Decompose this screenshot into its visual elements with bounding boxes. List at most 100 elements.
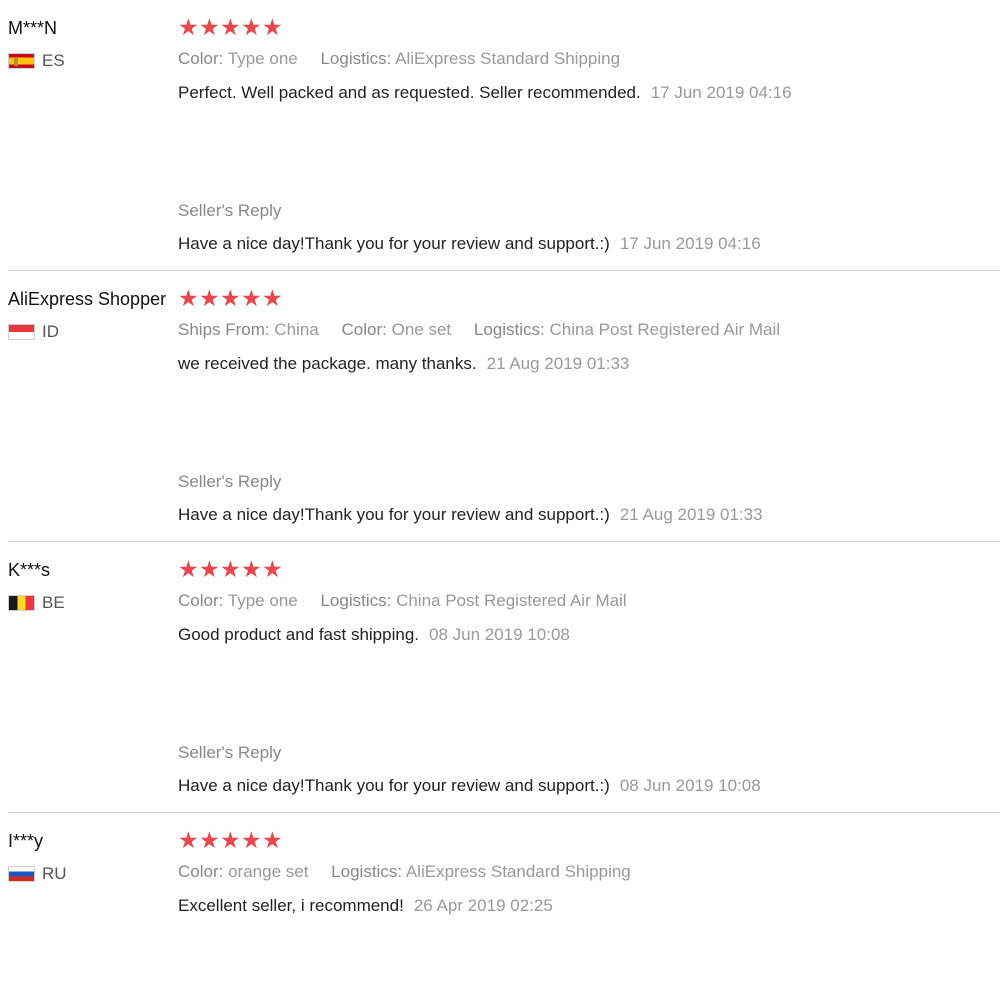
order-info-value: orange set <box>228 862 309 881</box>
seller-reply-date: 17 Jun 2019 04:16 <box>619 234 761 253</box>
seller-reply: Have a nice day!Thank you for your revie… <box>178 233 761 255</box>
star-rating: ★ ★ ★ ★ ★ <box>178 557 990 583</box>
review-text-line: Excellent seller, i recommend! 26 Apr 201… <box>178 895 990 917</box>
order-info-value: China Post Registered Air Mail <box>396 591 627 610</box>
order-info-key: Color: <box>178 862 224 881</box>
star-icon: ★ <box>199 828 220 854</box>
star-icon: ★ <box>178 286 199 312</box>
star-icon: ★ <box>220 828 241 854</box>
reviewer-info: AliExpress Shopper ID <box>8 288 173 342</box>
order-info-key: Color: <box>341 320 387 339</box>
star-rating: ★ ★ ★ ★ ★ <box>178 15 990 41</box>
order-info-item: Logistics: China Post Registered Air Mai… <box>320 591 626 610</box>
indonesia-flag-icon <box>8 324 35 340</box>
review-date: 17 Jun 2019 04:16 <box>650 83 792 102</box>
star-icon: ★ <box>199 286 220 312</box>
review-body: ★ ★ ★ ★ ★ Ships From: China Color: One s… <box>178 286 990 525</box>
seller-reply-date: 08 Jun 2019 10:08 <box>619 776 761 795</box>
star-icon: ★ <box>241 557 262 583</box>
reviewer-country: BE <box>8 593 173 613</box>
country-code: RU <box>42 864 67 883</box>
order-info-value: Type one <box>227 591 298 610</box>
star-icon: ★ <box>262 286 283 312</box>
review-text: Perfect. Well packed and as requested. S… <box>178 83 641 102</box>
review-text: we received the package. many thanks. <box>178 354 477 373</box>
order-info-item: Color: Type one <box>178 49 298 68</box>
star-icon: ★ <box>220 557 241 583</box>
star-icon: ★ <box>178 557 199 583</box>
star-icon: ★ <box>199 15 220 41</box>
reviewer-country: RU <box>8 864 173 884</box>
review-text: Good product and fast shipping. <box>178 625 419 644</box>
order-info-item: Color: orange set <box>178 862 308 881</box>
star-icon: ★ <box>241 286 262 312</box>
spain-flag-icon <box>8 53 35 69</box>
seller-reply-text: Have a nice day!Thank you for your revie… <box>178 234 610 253</box>
order-info: Color: orange set Logistics: AliExpress … <box>178 861 990 883</box>
order-info: Ships From: China Color: One set Logisti… <box>178 319 990 341</box>
order-info-key: Color: <box>178 591 224 610</box>
star-icon: ★ <box>178 15 199 41</box>
reviewer-info: I***y RU <box>8 830 173 884</box>
star-icon: ★ <box>199 557 220 583</box>
order-info-value: AliExpress Standard Shipping <box>405 862 631 881</box>
order-info-item: Color: One set <box>342 320 452 339</box>
review-item: I***y RU ★ ★ ★ ★ ★ Color: orange set Log… <box>0 813 1000 1000</box>
reviewer-name: M***N <box>8 18 58 38</box>
reviewer-info: K***s BE <box>8 559 173 613</box>
country-code: BE <box>42 593 65 612</box>
review-date: 21 Aug 2019 01:33 <box>486 354 630 373</box>
order-info-key: Ships From: <box>178 320 270 339</box>
seller-reply-label: Seller's Reply <box>178 472 282 491</box>
seller-reply-label: Seller's Reply <box>178 743 282 762</box>
review-item: AliExpress Shopper ID ★ ★ ★ ★ ★ Ships Fr… <box>0 271 1000 542</box>
review-body: ★ ★ ★ ★ ★ Color: Type one Logistics: Ali… <box>178 15 990 254</box>
country-code: ID <box>42 322 59 341</box>
order-info-key: Logistics: <box>473 320 545 339</box>
star-icon: ★ <box>178 828 199 854</box>
belgium-flag-icon <box>8 595 35 611</box>
seller-reply: Have a nice day!Thank you for your revie… <box>178 775 761 797</box>
order-info-item: Logistics: AliExpress Standard Shipping <box>320 49 620 68</box>
reviewer-info: M***N ES <box>8 17 173 71</box>
order-info-value: AliExpress Standard Shipping <box>395 49 621 68</box>
order-info-key: Logistics: <box>320 591 392 610</box>
seller-reply: Have a nice day!Thank you for your revie… <box>178 504 763 526</box>
star-icon: ★ <box>220 286 241 312</box>
star-icon: ★ <box>241 15 262 41</box>
order-info: Color: Type one Logistics: China Post Re… <box>178 590 990 612</box>
order-info-value: China Post Registered Air Mail <box>549 320 781 339</box>
review-body: ★ ★ ★ ★ ★ Color: orange set Logistics: A… <box>178 830 990 917</box>
review-text-line: we received the package. many thanks. 21 … <box>178 353 990 375</box>
order-info-item: Color: Type one <box>178 591 298 610</box>
seller-reply-date: 21 Aug 2019 01:33 <box>619 505 763 524</box>
review-text: Excellent seller, i recommend! <box>178 896 404 915</box>
seller-reply-text: Have a nice day!Thank you for your revie… <box>178 505 610 524</box>
star-icon: ★ <box>262 828 283 854</box>
order-info-value: China <box>274 320 319 339</box>
star-rating: ★ ★ ★ ★ ★ <box>178 828 990 854</box>
order-info-value: One set <box>391 320 452 339</box>
reviewer-country: ES <box>8 51 173 71</box>
reviewer-name: K***s <box>8 560 51 580</box>
star-rating: ★ ★ ★ ★ ★ <box>178 286 990 312</box>
russia-flag-icon <box>8 866 35 882</box>
review-body: ★ ★ ★ ★ ★ Color: Type one Logistics: Chi… <box>178 557 990 796</box>
seller-reply-text: Have a nice day!Thank you for your revie… <box>178 776 610 795</box>
order-info: Color: Type one Logistics: AliExpress St… <box>178 48 990 70</box>
order-info-key: Color: <box>178 49 224 68</box>
star-icon: ★ <box>262 557 283 583</box>
order-info-key: Logistics: <box>331 862 403 881</box>
reviewer-name: AliExpress Shopper <box>8 289 167 309</box>
reviewer-country: ID <box>8 322 173 342</box>
star-icon: ★ <box>241 828 262 854</box>
order-info-item: Logistics: China Post Registered Air Mai… <box>474 320 780 339</box>
review-item: M***N ES ★ ★ ★ ★ ★ Color: Type one Logis… <box>0 0 1000 271</box>
reviewer-name: I***y <box>8 831 44 851</box>
review-date: 08 Jun 2019 10:08 <box>429 625 570 644</box>
star-icon: ★ <box>262 15 283 41</box>
country-code: ES <box>42 51 65 70</box>
order-info-item: Logistics: AliExpress Standard Shipping <box>331 862 631 881</box>
star-icon: ★ <box>220 15 241 41</box>
order-info-value: Type one <box>227 49 298 68</box>
